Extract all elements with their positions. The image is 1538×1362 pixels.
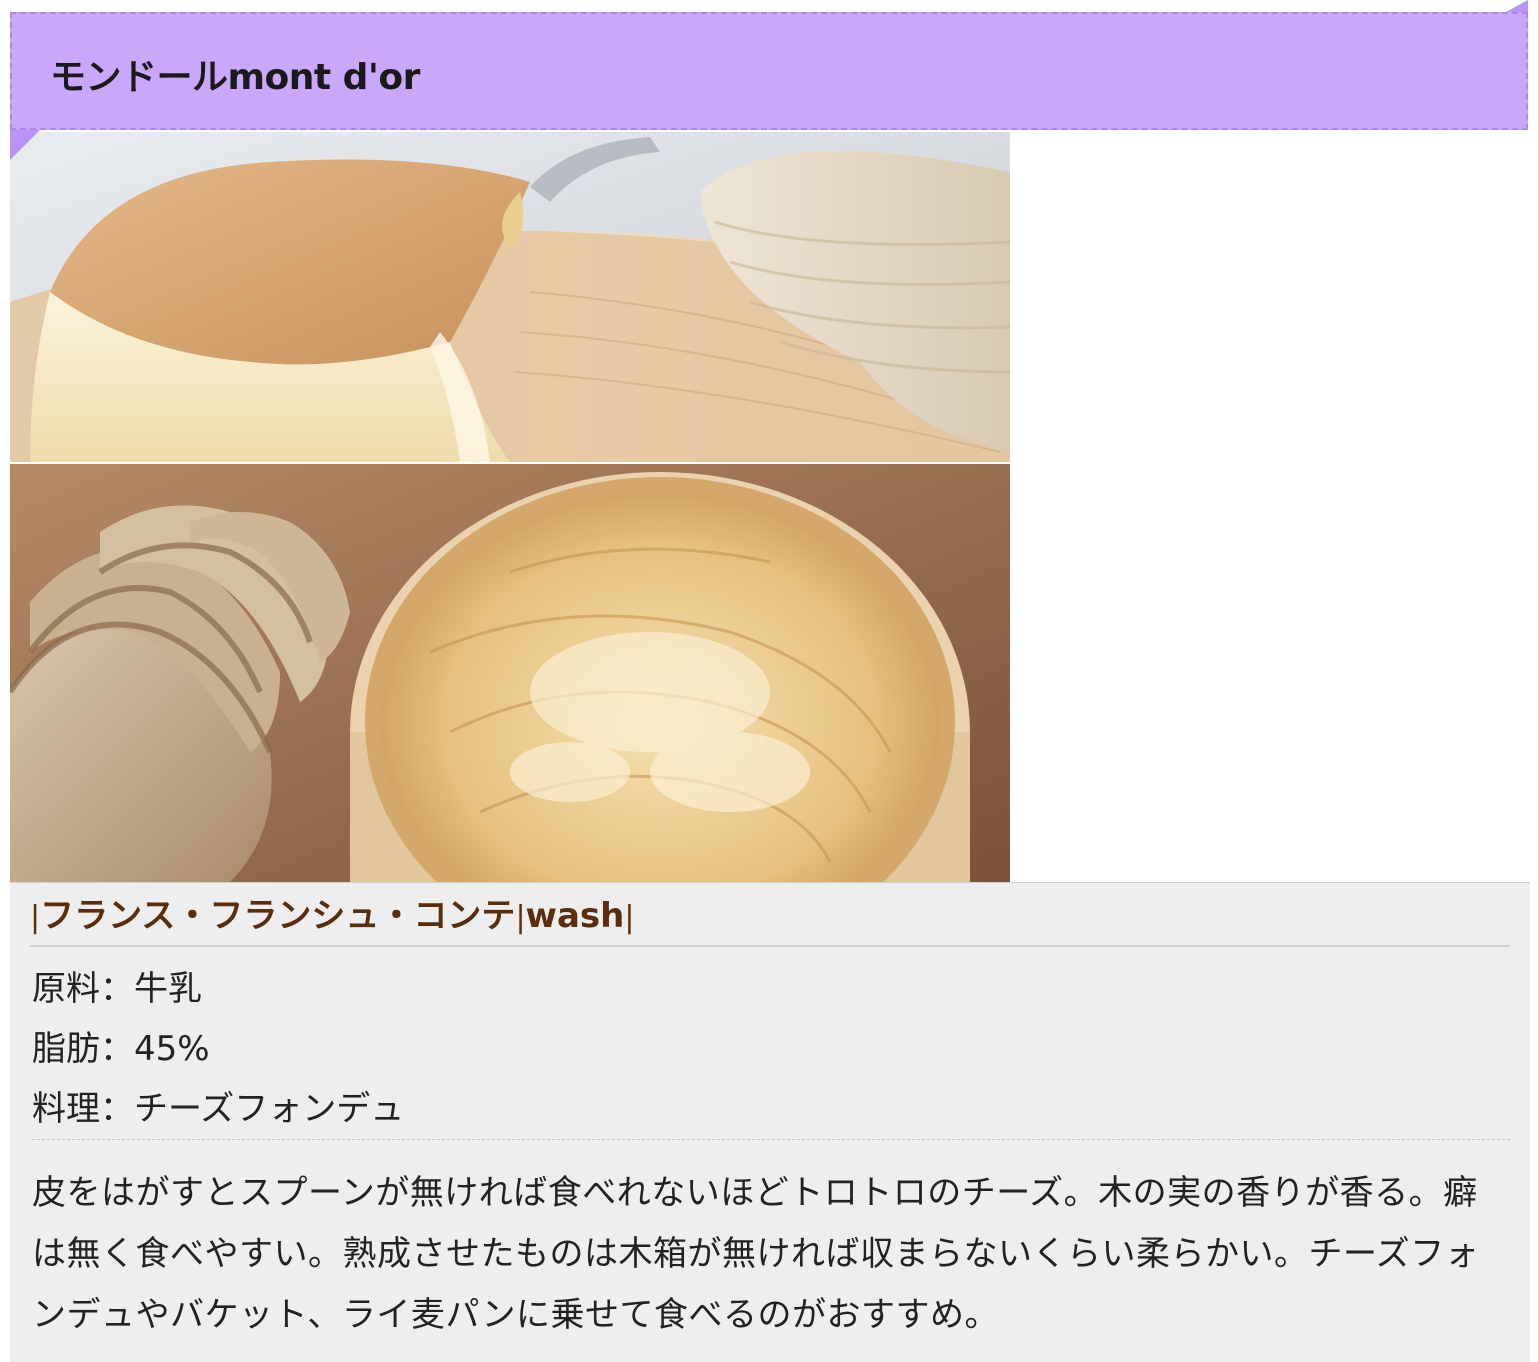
- description: 皮をはがすとスプーンが無ければ食べれないほどトロトロのチーズ。木の実の香りが香る…: [32, 1173, 1480, 1335]
- title-ribbon: モンドールmont d'or: [10, 12, 1528, 130]
- spec-dish: 料理：チーズフォンデュ: [32, 1089, 405, 1129]
- origin-region: フランス・フランシュ・コンテ: [40, 896, 516, 936]
- spec-list: 原料：牛乳 脂肪：45% 料理：チーズフォンデュ: [32, 959, 1510, 1139]
- origin-line: |フランス・フランシュ・コンテ|wash|: [30, 895, 1510, 947]
- cheese-photo-icon: [10, 132, 1010, 882]
- cheese-title: モンドールmont d'or: [50, 57, 420, 98]
- cheese-card: モンドールmont d'or |フランス・フランシュ・コンテ|wash| 原料：…: [0, 0, 1538, 1362]
- origin-separator: |: [515, 900, 526, 935]
- origin-separator: |: [30, 900, 41, 935]
- divider: [32, 1139, 1510, 1140]
- ribbon-fold-left: [10, 130, 40, 160]
- spec-fat: 脂肪：45%: [32, 1029, 210, 1069]
- cheese-photo: [10, 132, 1010, 882]
- origin-separator: |: [624, 900, 635, 935]
- info-panel: |フランス・フランシュ・コンテ|wash| 原料：牛乳 脂肪：45% 料理：チー…: [10, 882, 1530, 1362]
- spec-ingredient: 原料：牛乳: [32, 969, 202, 1009]
- cheese-type: wash: [525, 896, 625, 936]
